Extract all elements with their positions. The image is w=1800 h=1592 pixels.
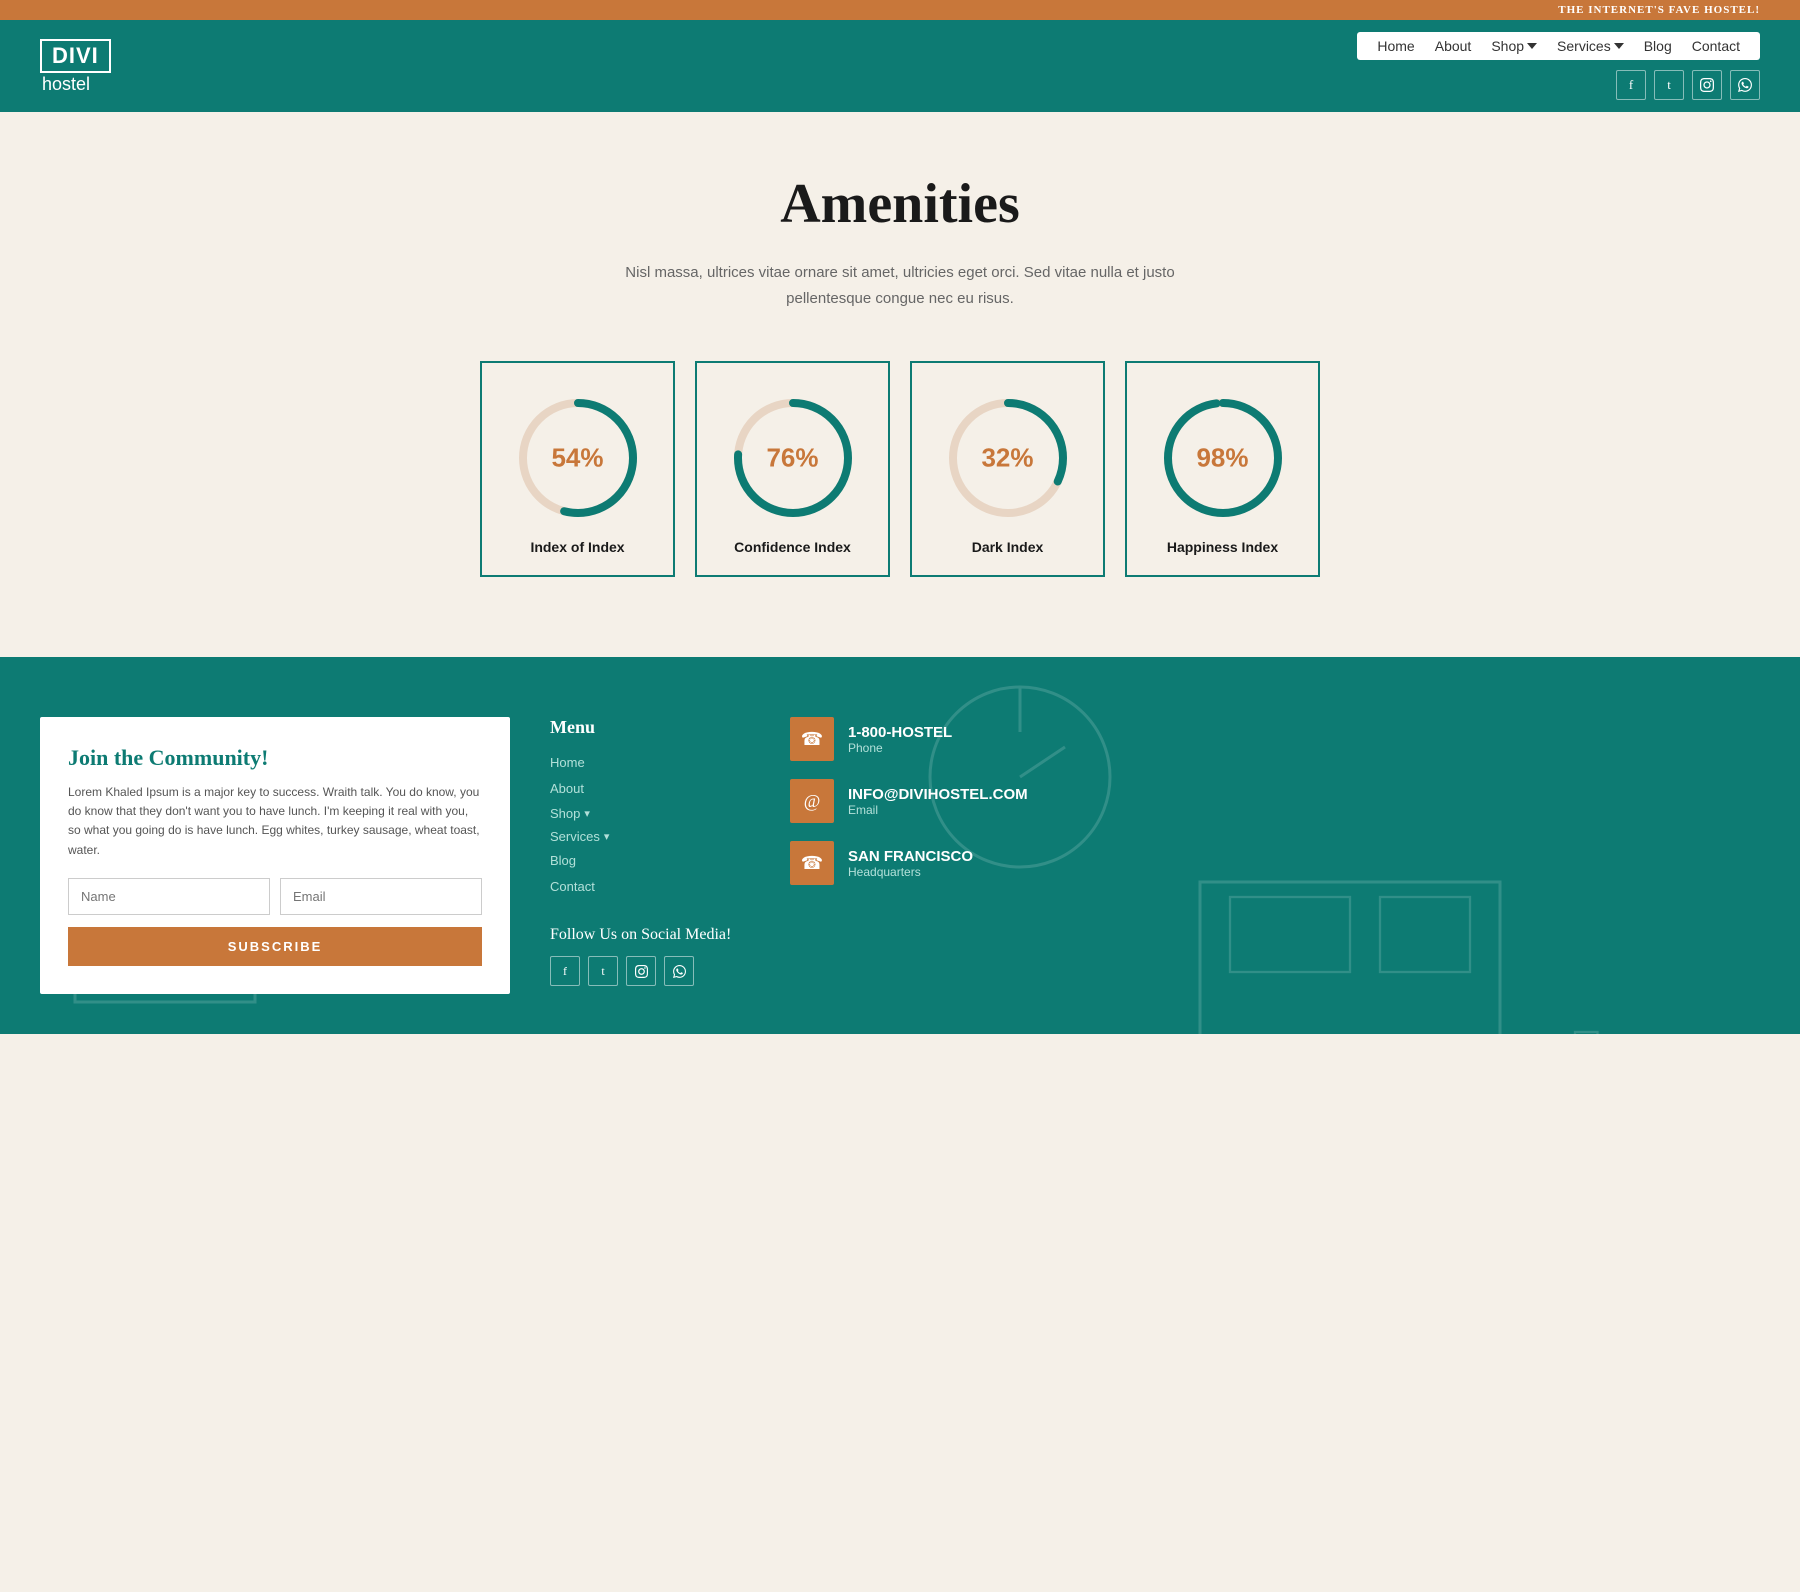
form-inputs [68, 878, 482, 915]
stat-label-stat2: Confidence Index [734, 539, 851, 555]
amenities-section: Amenities Nisl massa, ultrices vitae orn… [0, 112, 1800, 657]
nav-blog[interactable]: Blog [1644, 38, 1672, 54]
form-title: Join the Community! [68, 745, 482, 771]
page-title: Amenities [40, 172, 1760, 236]
nav-services[interactable]: Services [1557, 38, 1624, 54]
circle-stat3: 32% [943, 393, 1073, 523]
footer-menu-item[interactable]: Services▾ [550, 829, 750, 844]
circle-stat1: 54% [513, 393, 643, 523]
stat-value-stat4: 98% [1196, 443, 1248, 474]
email-input[interactable] [280, 878, 482, 915]
form-desc: Lorem Khaled Ipsum is a major key to suc… [68, 783, 482, 860]
footer-menu-item[interactable]: Blog [550, 852, 750, 870]
contact-icon-1: @ [790, 779, 834, 823]
site-header: DIVI hostel Home About Shop Services Blo… [0, 20, 1800, 112]
footer-instagram-icon[interactable] [626, 956, 656, 986]
contact-icon-2: ☎ [790, 841, 834, 885]
contact-label-1: Email [848, 803, 1028, 817]
circle-stat2: 76% [728, 393, 858, 523]
contact-value-0: 1-800-HOSTEL [848, 724, 952, 741]
footer-menu-item[interactable]: Shop▾ [550, 806, 750, 821]
contact-item-1: @ INFO@DIVIHOSTEL.COM Email [790, 779, 1760, 823]
header-instagram-icon[interactable] [1692, 70, 1722, 100]
stat-card-stat4: 98% Happiness Index [1125, 361, 1320, 577]
header-right: Home About Shop Services Blog Contact f … [1357, 32, 1760, 100]
stat-label-stat4: Happiness Index [1167, 539, 1278, 555]
header-facebook-icon[interactable]: f [1616, 70, 1646, 100]
stat-value-stat2: 76% [766, 443, 818, 474]
footer-social-icons: f t [550, 956, 750, 986]
header-social-icons: f t [1616, 70, 1760, 100]
nav-contact[interactable]: Contact [1692, 38, 1740, 54]
top-bar: THE INTERNET'S FAVE HOSTEL! [0, 0, 1800, 20]
logo-hostel: hostel [40, 75, 111, 93]
nav-about[interactable]: About [1435, 38, 1472, 54]
header-whatsapp-icon[interactable] [1730, 70, 1760, 100]
contact-info-1: INFO@DIVIHOSTEL.COM Email [848, 786, 1028, 817]
stat-value-stat3: 32% [981, 443, 1033, 474]
header-twitter-icon[interactable]: t [1654, 70, 1684, 100]
footer-contact-column: ☎ 1-800-HOSTEL Phone @ INFO@DIVIHOSTEL.C… [790, 717, 1760, 903]
footer-facebook-icon[interactable]: f [550, 956, 580, 986]
footer-whatsapp-icon[interactable] [664, 956, 694, 986]
contact-item-2: ☎ SAN FRANCISCO Headquarters [790, 841, 1760, 885]
logo-divi: DIVI [40, 39, 111, 73]
community-form-box: Join the Community! Lorem Khaled Ipsum i… [40, 717, 510, 994]
stat-card-stat3: 32% Dark Index [910, 361, 1105, 577]
footer-menu-item[interactable]: About [550, 780, 750, 798]
contact-label-0: Phone [848, 741, 952, 755]
stat-label-stat3: Dark Index [972, 539, 1044, 555]
footer-menu-column: Menu HomeAboutShop▾Services▾BlogContact … [550, 717, 750, 986]
stat-card-stat1: 54% Index of Index [480, 361, 675, 577]
contact-value-1: INFO@DIVIHOSTEL.COM [848, 786, 1028, 803]
stat-value-stat1: 54% [551, 443, 603, 474]
top-bar-text: THE INTERNET'S FAVE HOSTEL! [1558, 4, 1760, 16]
page-subtitle: Nisl massa, ultrices vitae ornare sit am… [620, 260, 1180, 311]
stat-card-stat2: 76% Confidence Index [695, 361, 890, 577]
footer-menu-item[interactable]: Home [550, 754, 750, 772]
footer-social-title: Follow Us on Social Media! [550, 926, 750, 944]
nav-home[interactable]: Home [1377, 38, 1414, 54]
main-nav: Home About Shop Services Blog Contact [1357, 32, 1760, 60]
footer-content: Join the Community! Lorem Khaled Ipsum i… [40, 717, 1760, 994]
contact-info-2: SAN FRANCISCO Headquarters [848, 848, 973, 879]
site-footer: Join the Community! Lorem Khaled Ipsum i… [0, 657, 1800, 1034]
contact-item-0: ☎ 1-800-HOSTEL Phone [790, 717, 1760, 761]
footer-menu-title: Menu [550, 717, 750, 738]
circle-stat4: 98% [1158, 393, 1288, 523]
footer-form-column: Join the Community! Lorem Khaled Ipsum i… [40, 717, 510, 994]
name-input[interactable] [68, 878, 270, 915]
stat-cards-container: 54% Index of Index 76% Confidence Index … [40, 361, 1760, 577]
footer-menu-links: Home About Shop▾ Services▾ Blog Contact [550, 754, 750, 896]
contact-value-2: SAN FRANCISCO [848, 848, 973, 865]
stat-label-stat1: Index of Index [530, 539, 624, 555]
logo[interactable]: DIVI hostel [40, 39, 111, 93]
subscribe-button[interactable]: SUBSCRIBE [68, 927, 482, 966]
footer-twitter-icon[interactable]: t [588, 956, 618, 986]
footer-menu-item[interactable]: Contact [550, 878, 750, 896]
contact-icon-0: ☎ [790, 717, 834, 761]
nav-shop[interactable]: Shop [1491, 38, 1537, 54]
contact-label-2: Headquarters [848, 865, 973, 879]
contact-info-0: 1-800-HOSTEL Phone [848, 724, 952, 755]
